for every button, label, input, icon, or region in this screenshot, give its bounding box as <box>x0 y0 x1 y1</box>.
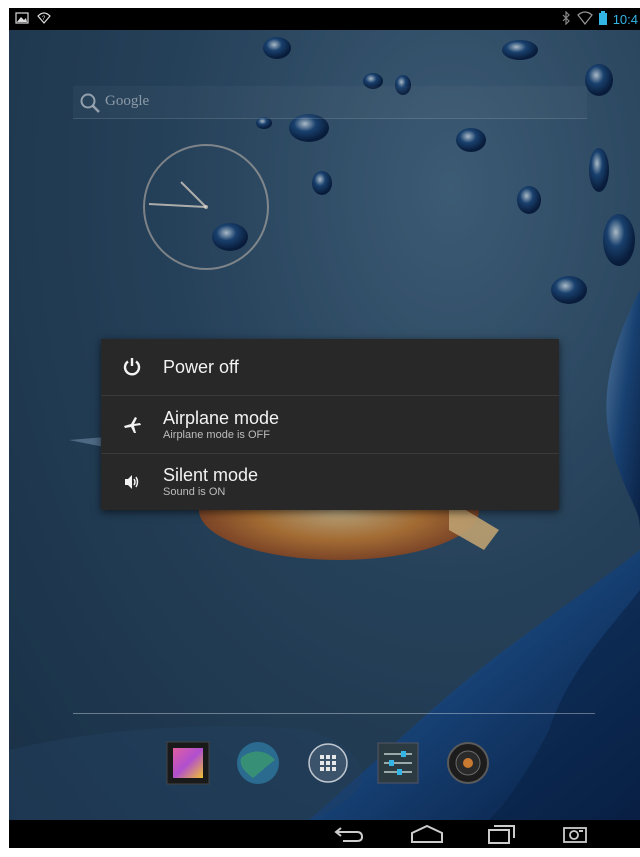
search-icon <box>79 92 101 114</box>
image-notification-icon <box>15 11 29 28</box>
navigation-bar <box>9 820 640 848</box>
app-drawer-icon[interactable] <box>305 740 351 786</box>
device-screen: ? 10:4 Google Power off Airplane mode Ai… <box>9 8 640 848</box>
settings-icon[interactable] <box>375 740 421 786</box>
recent-apps-icon[interactable] <box>481 822 521 846</box>
silent-mode-option[interactable]: Silent mode Sound is ON <box>101 454 559 510</box>
gallery-icon[interactable] <box>165 740 211 786</box>
back-icon[interactable] <box>329 822 369 846</box>
airplane-icon <box>121 414 143 436</box>
google-search-bar[interactable]: Google <box>73 86 587 119</box>
screenshot-icon[interactable] <box>555 822 595 846</box>
music-icon[interactable] <box>445 740 491 786</box>
home-icon[interactable] <box>407 822 447 846</box>
status-bar: ? 10:4 <box>9 8 640 30</box>
power-icon <box>121 356 143 378</box>
battery-icon <box>598 11 607 28</box>
search-bar-label: Google <box>105 93 150 109</box>
silent-mode-label: Silent mode <box>163 465 259 485</box>
power-options-dialog: Power off Airplane mode Airplane mode is… <box>101 339 559 510</box>
wifi-signal-icon <box>576 11 593 28</box>
airplane-mode-option[interactable]: Airplane mode Airplane mode is OFF <box>101 396 559 454</box>
dock-divider <box>73 713 595 714</box>
analog-clock-widget[interactable] <box>141 142 271 272</box>
airplane-mode-status: Airplane mode is OFF <box>163 428 270 441</box>
silent-mode-status: Sound is ON <box>163 486 226 498</box>
browser-icon[interactable] <box>235 740 281 786</box>
power-off-label: Power off <box>163 357 239 377</box>
speaker-icon <box>121 471 143 493</box>
airplane-mode-label: Airplane mode <box>163 407 280 428</box>
power-off-option[interactable]: Power off <box>101 339 559 396</box>
clock-time: 10:4 <box>612 12 638 27</box>
wifi-notification-icon: ? <box>37 11 51 28</box>
dock <box>165 740 495 794</box>
bluetooth-icon <box>561 10 571 28</box>
